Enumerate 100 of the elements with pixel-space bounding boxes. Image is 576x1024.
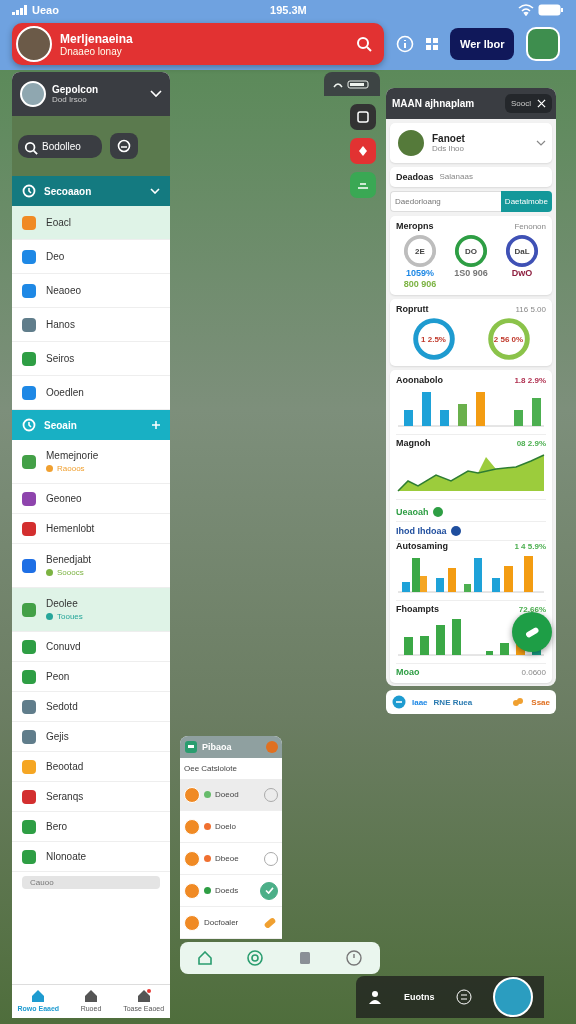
person-icon[interactable] bbox=[366, 989, 383, 1005]
chart-title: Autosaming bbox=[396, 541, 448, 551]
chart-value: 72.66% bbox=[518, 604, 546, 614]
close-button[interactable]: Soocl bbox=[505, 94, 552, 113]
card-icon bbox=[184, 740, 198, 754]
home-icon bbox=[84, 989, 98, 1003]
status-icons bbox=[324, 72, 380, 96]
grid-icon[interactable] bbox=[426, 38, 438, 50]
shortcut-label[interactable]: Iaae bbox=[412, 697, 428, 707]
document-icon[interactable] bbox=[298, 951, 311, 965]
home-icon[interactable] bbox=[197, 951, 212, 965]
clock-text: 195.3M bbox=[270, 4, 307, 16]
footer-value: 0.0600 bbox=[521, 667, 546, 677]
profile-avatar[interactable] bbox=[493, 977, 534, 1017]
item-subtitle: Raooos bbox=[57, 464, 85, 473]
home-icon bbox=[31, 989, 46, 1003]
user-subtitle: Dod Irsoo bbox=[52, 95, 88, 104]
section-icon bbox=[22, 418, 36, 432]
shortcut-label[interactable]: RNE Ruea bbox=[433, 697, 506, 707]
clock-icon[interactable] bbox=[346, 950, 363, 966]
chart-title: Fhoampts bbox=[396, 604, 439, 614]
sidebar-item[interactable]: Neaoeo bbox=[12, 274, 170, 308]
app-subtitle: Dnaaeo lonay bbox=[60, 45, 122, 57]
plus-icon bbox=[152, 421, 160, 429]
profile-subtitle: Dds Ihoo bbox=[432, 144, 466, 153]
info-value: Salanaas bbox=[439, 172, 473, 182]
user-name: Gepolcon bbox=[52, 84, 100, 95]
wifi-icon bbox=[518, 4, 534, 16]
menu-icon[interactable] bbox=[455, 989, 472, 1005]
gauge-caption: DwO bbox=[511, 268, 533, 279]
sidebar-item[interactable]: Beootad bbox=[12, 752, 170, 782]
submit-button[interactable]: Daetalmobe bbox=[500, 191, 552, 212]
layers-button[interactable] bbox=[350, 104, 376, 130]
sidebar-item[interactable]: Bero bbox=[12, 812, 170, 842]
info-icon[interactable] bbox=[396, 35, 414, 53]
list-row[interactable]: Dbeoe bbox=[180, 843, 282, 875]
target-icon[interactable] bbox=[247, 950, 264, 966]
diamond-icon bbox=[357, 145, 369, 157]
card-caption: Fenonon bbox=[514, 221, 546, 231]
chart-value: 08 2.9% bbox=[516, 438, 546, 448]
chart-title: Magnoh bbox=[396, 438, 431, 448]
sidebar-item[interactable]: Hanos bbox=[12, 308, 170, 342]
gauge-caption: 1059% bbox=[406, 268, 434, 279]
card-title: Roprutt bbox=[396, 304, 429, 314]
chart-value: 1.8 2.9% bbox=[514, 375, 546, 385]
sidebar-item[interactable]: Peon bbox=[12, 662, 170, 692]
header-button[interactable]: Wer lbor bbox=[450, 28, 515, 60]
list-row[interactable]: Doeds bbox=[180, 875, 282, 907]
chat-button[interactable] bbox=[110, 133, 138, 159]
app-title: Merljenaeina bbox=[60, 31, 134, 46]
link[interactable]: Ihod Ihdoaa bbox=[396, 526, 447, 536]
list-row[interactable]: Docfoaler bbox=[180, 907, 282, 939]
card-subtitle: Oee Catslolote bbox=[183, 763, 238, 775]
item-subtitle: Tooues bbox=[57, 612, 83, 621]
sidebar-item[interactable]: Gejis bbox=[12, 722, 170, 752]
card-title: Meropns bbox=[396, 221, 434, 231]
chat-icon bbox=[117, 139, 131, 153]
card-caption: 116 5.00 bbox=[515, 304, 546, 314]
chart-title: Aoonabolo bbox=[396, 375, 443, 385]
sidebar-item[interactable]: Deo bbox=[12, 240, 170, 274]
sidebar-item[interactable]: Sedotd bbox=[12, 692, 170, 722]
sidebar-item[interactable]: Deolee Tooues bbox=[12, 588, 170, 632]
sidebar-item[interactable]: Seranqs bbox=[12, 782, 170, 812]
badge-icon bbox=[432, 507, 443, 517]
sidebar-item[interactable]: Seiros bbox=[12, 342, 170, 376]
chart-value: 1 4 5.9% bbox=[514, 541, 546, 551]
search-icon[interactable] bbox=[356, 36, 372, 52]
badge-icon bbox=[450, 526, 461, 536]
link[interactable]: Ueaoah bbox=[396, 507, 429, 517]
section-header[interactable]: Secoaaon bbox=[12, 176, 170, 206]
check-icon bbox=[264, 887, 274, 894]
check-circle[interactable] bbox=[260, 881, 278, 900]
list-row[interactable]: Doelo bbox=[180, 811, 282, 843]
signal-icon bbox=[12, 5, 28, 15]
tag-icon[interactable] bbox=[392, 695, 406, 709]
search-field[interactable]: Cauoo bbox=[22, 876, 160, 889]
user-avatar bbox=[20, 81, 46, 107]
carrier-text: Ueao bbox=[32, 4, 59, 16]
sidebar-item[interactable]: Hemenlobt bbox=[12, 514, 170, 544]
donut-value: 1 2.5% bbox=[421, 334, 446, 344]
sidebar-item[interactable]: Nlonoate bbox=[12, 842, 170, 872]
profile-name: Fanoet bbox=[432, 133, 466, 144]
info-label: Deadoas bbox=[396, 172, 434, 182]
card-title: Pibaoa bbox=[202, 742, 233, 752]
gauge-value: DaL bbox=[514, 246, 530, 256]
pin-button[interactable] bbox=[350, 138, 376, 164]
close-icon bbox=[537, 99, 546, 108]
battery-icon bbox=[538, 4, 564, 16]
square-icon bbox=[357, 111, 369, 123]
avatar-icon bbox=[16, 26, 52, 62]
list-row[interactable]: Doeod bbox=[180, 779, 282, 811]
panel-title: MAAN ajhnaplam bbox=[392, 98, 475, 109]
sidebar-item[interactable]: Memejnorie Raooos bbox=[12, 440, 170, 484]
search-field[interactable]: Bodolleo bbox=[18, 134, 102, 158]
sidebar-item[interactable]: Geoneo bbox=[12, 484, 170, 514]
sidebar-item[interactable]: Eoacl bbox=[12, 206, 170, 240]
bottom-bar-label[interactable]: Euotns bbox=[404, 992, 435, 1002]
input-field[interactable]: Daedorloang bbox=[390, 191, 501, 212]
route-button[interactable] bbox=[350, 172, 376, 198]
sidebar-item[interactable]: Conuvd bbox=[12, 632, 170, 662]
